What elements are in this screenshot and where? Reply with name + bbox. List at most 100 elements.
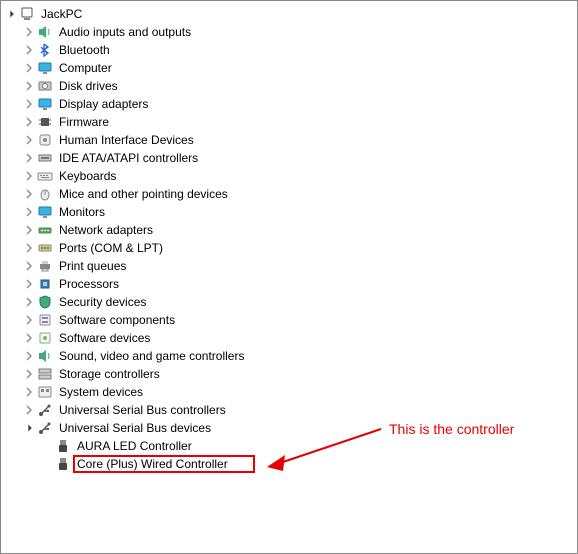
tree-category-usbdev[interactable]: Universal Serial Bus devices [1, 419, 577, 437]
expander-icon[interactable] [21, 60, 37, 76]
expander-icon[interactable] [39, 438, 55, 454]
tree-item-label: Ports (COM & LPT) [57, 241, 165, 255]
tree-device-core[interactable]: Core (Plus) Wired Controller [1, 455, 577, 473]
cpu-icon [37, 276, 53, 292]
tree-item-label: Software devices [57, 331, 152, 345]
expander-icon[interactable] [21, 186, 37, 202]
network-icon [37, 222, 53, 238]
printer-icon [37, 258, 53, 274]
drive-icon [37, 78, 53, 94]
expander-icon[interactable] [21, 384, 37, 400]
expander-icon[interactable] [21, 276, 37, 292]
shield-icon [37, 294, 53, 310]
expander-icon[interactable] [21, 330, 37, 346]
tree-category-swdev[interactable]: Software devices [1, 329, 577, 347]
hid-icon [37, 132, 53, 148]
tree-item-label: Audio inputs and outputs [57, 25, 193, 39]
expander-icon[interactable] [21, 258, 37, 274]
bluetooth-icon [37, 42, 53, 58]
expander-icon[interactable] [21, 78, 37, 94]
tree-item-label: Software components [57, 313, 177, 327]
tree-item-label: Sound, video and game controllers [57, 349, 246, 363]
storage-icon [37, 366, 53, 382]
swcomp-icon [37, 312, 53, 328]
expander-icon[interactable] [21, 294, 37, 310]
tree-category-computer[interactable]: Computer [1, 59, 577, 77]
expander-icon[interactable] [21, 420, 37, 436]
system-icon [37, 384, 53, 400]
tree-category-firmware[interactable]: Firmware [1, 113, 577, 131]
tree-item-label: Network adapters [57, 223, 155, 237]
tree-item-label: Human Interface Devices [57, 133, 196, 147]
tree-item-label: Display adapters [57, 97, 150, 111]
tree-category-usbctrl[interactable]: Universal Serial Bus controllers [1, 401, 577, 419]
expander-icon[interactable] [21, 42, 37, 58]
tree-device-aura[interactable]: AURA LED Controller [1, 437, 577, 455]
ide-icon [37, 150, 53, 166]
expander-icon[interactable] [21, 366, 37, 382]
tree-category-hid[interactable]: Human Interface Devices [1, 131, 577, 149]
expander-icon[interactable] [21, 348, 37, 364]
speaker-icon [37, 24, 53, 40]
tree-category-display[interactable]: Display adapters [1, 95, 577, 113]
tree-category-ide[interactable]: IDE ATA/ATAPI controllers [1, 149, 577, 167]
expander-icon[interactable] [21, 96, 37, 112]
device-tree: JackPC Audio inputs and outputs Bluetooth C… [1, 5, 577, 473]
tree-category-security[interactable]: Security devices [1, 293, 577, 311]
chip-icon [37, 114, 53, 130]
expander-icon[interactable] [21, 132, 37, 148]
swdev-icon [37, 330, 53, 346]
expander-icon[interactable] [21, 168, 37, 184]
speaker-icon [37, 348, 53, 364]
expander-icon[interactable] [21, 240, 37, 256]
tree-item-label: Disk drives [57, 79, 120, 93]
tree-item-label: System devices [57, 385, 145, 399]
tree-category-bluetooth[interactable]: Bluetooth [1, 41, 577, 59]
tree-category-mice[interactable]: Mice and other pointing devices [1, 185, 577, 203]
tree-category-system[interactable]: System devices [1, 383, 577, 401]
tree-category-ports[interactable]: Ports (COM & LPT) [1, 239, 577, 257]
expander-icon[interactable] [3, 6, 19, 22]
tree-item-label: Print queues [57, 259, 128, 273]
tree-item-label: Monitors [57, 205, 107, 219]
expander-icon[interactable] [21, 402, 37, 418]
tree-root[interactable]: JackPC [1, 5, 577, 23]
tree-category-sound[interactable]: Sound, video and game controllers [1, 347, 577, 365]
tree-item-label: Universal Serial Bus devices [57, 421, 213, 435]
tree-category-storage[interactable]: Storage controllers [1, 365, 577, 383]
usb-icon [37, 402, 53, 418]
expander-icon[interactable] [39, 456, 55, 472]
tree-item-label: Keyboards [57, 169, 118, 183]
mouse-icon [37, 186, 53, 202]
keyboard-icon [37, 168, 53, 184]
tree-item-label: Bluetooth [57, 43, 112, 57]
usb-icon [37, 420, 53, 436]
expander-icon[interactable] [21, 24, 37, 40]
tree-item-label: Mice and other pointing devices [57, 187, 230, 201]
tree-category-printq[interactable]: Print queues [1, 257, 577, 275]
monitor-icon [37, 60, 53, 76]
monitor-icon [37, 96, 53, 112]
tree-category-network[interactable]: Network adapters [1, 221, 577, 239]
tree-category-swcomp[interactable]: Software components [1, 311, 577, 329]
tree-item-label: Security devices [57, 295, 148, 309]
tree-item-label: AURA LED Controller [75, 439, 194, 453]
expander-icon[interactable] [21, 204, 37, 220]
tree-item-label: Universal Serial Bus controllers [57, 403, 228, 417]
expander-icon[interactable] [21, 150, 37, 166]
tree-item-label: Core (Plus) Wired Controller [75, 457, 230, 471]
tree-category-keyboard[interactable]: Keyboards [1, 167, 577, 185]
tree-item-label: IDE ATA/ATAPI controllers [57, 151, 200, 165]
tree-category-monitors[interactable]: Monitors [1, 203, 577, 221]
expander-icon[interactable] [21, 312, 37, 328]
tree-item-label: Computer [57, 61, 114, 75]
tree-category-proc[interactable]: Processors [1, 275, 577, 293]
tree-item-label: Processors [57, 277, 121, 291]
usbdevice-icon [55, 438, 71, 454]
tree-category-disk[interactable]: Disk drives [1, 77, 577, 95]
expander-icon[interactable] [21, 114, 37, 130]
tree-item-label: Firmware [57, 115, 111, 129]
expander-icon[interactable] [21, 222, 37, 238]
tree-item-label: JackPC [39, 7, 84, 21]
tree-category-audio[interactable]: Audio inputs and outputs [1, 23, 577, 41]
